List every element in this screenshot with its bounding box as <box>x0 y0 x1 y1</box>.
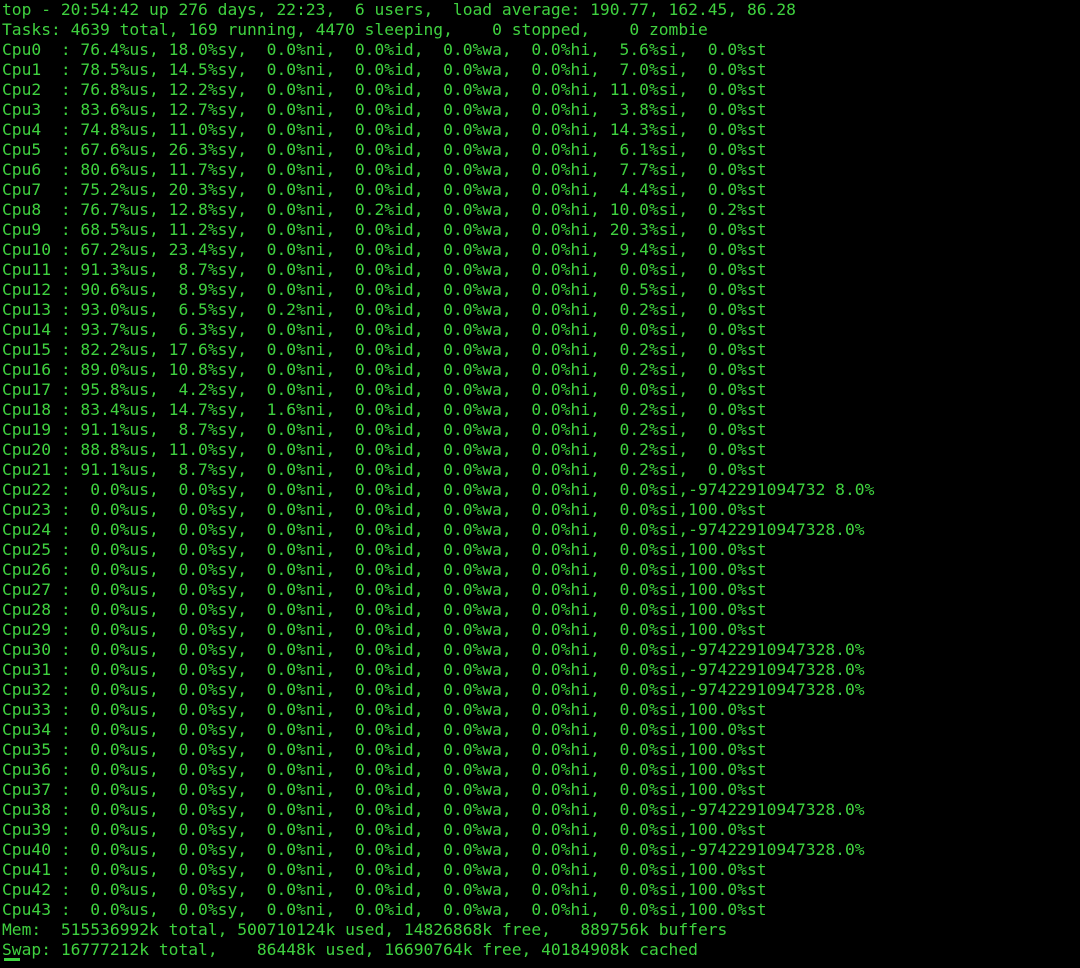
cpu-row: Cpu14 : 93.7%us, 6.3%sy, 0.0%ni, 0.0%id,… <box>2 320 767 339</box>
uptime-line: top - 20:54:42 up 276 days, 22:23, 6 use… <box>2 0 796 19</box>
cpu-row: Cpu29 : 0.0%us, 0.0%sy, 0.0%ni, 0.0%id, … <box>2 620 767 639</box>
tasks-line: Tasks: 4639 total, 169 running, 4470 sle… <box>2 20 708 39</box>
cpu-row: Cpu31 : 0.0%us, 0.0%sy, 0.0%ni, 0.0%id, … <box>2 660 865 679</box>
cpu-row: Cpu5 : 67.6%us, 26.3%sy, 0.0%ni, 0.0%id,… <box>2 140 767 159</box>
cpu-row: Cpu17 : 95.8%us, 4.2%sy, 0.0%ni, 0.0%id,… <box>2 380 767 399</box>
cpu-list: Cpu0 : 76.4%us, 18.0%sy, 0.0%ni, 0.0%id,… <box>0 40 1080 920</box>
cpu-row: Cpu43 : 0.0%us, 0.0%sy, 0.0%ni, 0.0%id, … <box>2 900 767 919</box>
cpu-row: Cpu0 : 76.4%us, 18.0%sy, 0.0%ni, 0.0%id,… <box>2 40 767 59</box>
cpu-row: Cpu37 : 0.0%us, 0.0%sy, 0.0%ni, 0.0%id, … <box>2 780 767 799</box>
cpu-row: Cpu19 : 91.1%us, 8.7%sy, 0.0%ni, 0.0%id,… <box>2 420 767 439</box>
cpu-row: Cpu23 : 0.0%us, 0.0%sy, 0.0%ni, 0.0%id, … <box>2 500 767 519</box>
terminal-window[interactable]: top - 20:54:42 up 276 days, 22:23, 6 use… <box>0 0 1080 968</box>
cpu-row: Cpu26 : 0.0%us, 0.0%sy, 0.0%ni, 0.0%id, … <box>2 560 767 579</box>
cpu-row: Cpu4 : 74.8%us, 11.0%sy, 0.0%ni, 0.0%id,… <box>2 120 767 139</box>
cpu-row: Cpu10 : 67.2%us, 23.4%sy, 0.0%ni, 0.0%id… <box>2 240 767 259</box>
cpu-row: Cpu24 : 0.0%us, 0.0%sy, 0.0%ni, 0.0%id, … <box>2 520 865 539</box>
cpu-row: Cpu35 : 0.0%us, 0.0%sy, 0.0%ni, 0.0%id, … <box>2 740 767 759</box>
cpu-row: Cpu40 : 0.0%us, 0.0%sy, 0.0%ni, 0.0%id, … <box>2 840 865 859</box>
cpu-row: Cpu41 : 0.0%us, 0.0%sy, 0.0%ni, 0.0%id, … <box>2 860 767 879</box>
cpu-row: Cpu42 : 0.0%us, 0.0%sy, 0.0%ni, 0.0%id, … <box>2 880 767 899</box>
cpu-row: Cpu39 : 0.0%us, 0.0%sy, 0.0%ni, 0.0%id, … <box>2 820 767 839</box>
mem-line: Mem: 515536992k total, 500710124k used, … <box>2 920 728 939</box>
cpu-row: Cpu12 : 90.6%us, 8.9%sy, 0.0%ni, 0.0%id,… <box>2 280 767 299</box>
cpu-row: Cpu38 : 0.0%us, 0.0%sy, 0.0%ni, 0.0%id, … <box>2 800 865 819</box>
cpu-row: Cpu15 : 82.2%us, 17.6%sy, 0.0%ni, 0.0%id… <box>2 340 767 359</box>
swap-line: Swap: 16777212k total, 86448k used, 1669… <box>2 940 698 959</box>
cpu-row: Cpu18 : 83.4%us, 14.7%sy, 1.6%ni, 0.0%id… <box>2 400 767 419</box>
cpu-row: Cpu6 : 80.6%us, 11.7%sy, 0.0%ni, 0.0%id,… <box>2 160 767 179</box>
cpu-row: Cpu36 : 0.0%us, 0.0%sy, 0.0%ni, 0.0%id, … <box>2 760 767 779</box>
cpu-row: Cpu34 : 0.0%us, 0.0%sy, 0.0%ni, 0.0%id, … <box>2 720 767 739</box>
cpu-row: Cpu33 : 0.0%us, 0.0%sy, 0.0%ni, 0.0%id, … <box>2 700 767 719</box>
terminal-cursor <box>4 958 20 961</box>
cpu-row: Cpu3 : 83.6%us, 12.7%sy, 0.0%ni, 0.0%id,… <box>2 100 767 119</box>
cpu-row: Cpu11 : 91.3%us, 8.7%sy, 0.0%ni, 0.0%id,… <box>2 260 767 279</box>
cpu-row: Cpu21 : 91.1%us, 8.7%sy, 0.0%ni, 0.0%id,… <box>2 460 767 479</box>
cpu-row: Cpu13 : 93.0%us, 6.5%sy, 0.2%ni, 0.0%id,… <box>2 300 767 319</box>
cpu-row: Cpu20 : 88.8%us, 11.0%sy, 0.0%ni, 0.0%id… <box>2 440 767 459</box>
cpu-row: Cpu9 : 68.5%us, 11.2%sy, 0.0%ni, 0.0%id,… <box>2 220 767 239</box>
cpu-row: Cpu2 : 76.8%us, 12.2%sy, 0.0%ni, 0.0%id,… <box>2 80 767 99</box>
cpu-row: Cpu7 : 75.2%us, 20.3%sy, 0.0%ni, 0.0%id,… <box>2 180 767 199</box>
cpu-row: Cpu28 : 0.0%us, 0.0%sy, 0.0%ni, 0.0%id, … <box>2 600 767 619</box>
cpu-row: Cpu32 : 0.0%us, 0.0%sy, 0.0%ni, 0.0%id, … <box>2 680 865 699</box>
cpu-row: Cpu16 : 89.0%us, 10.8%sy, 0.0%ni, 0.0%id… <box>2 360 767 379</box>
cpu-row: Cpu22 : 0.0%us, 0.0%sy, 0.0%ni, 0.0%id, … <box>2 480 875 499</box>
cpu-row: Cpu1 : 78.5%us, 14.5%sy, 0.0%ni, 0.0%id,… <box>2 60 767 79</box>
cpu-row: Cpu30 : 0.0%us, 0.0%sy, 0.0%ni, 0.0%id, … <box>2 640 865 659</box>
cpu-row: Cpu25 : 0.0%us, 0.0%sy, 0.0%ni, 0.0%id, … <box>2 540 767 559</box>
cpu-row: Cpu27 : 0.0%us, 0.0%sy, 0.0%ni, 0.0%id, … <box>2 580 767 599</box>
cpu-row: Cpu8 : 76.7%us, 12.8%sy, 0.0%ni, 0.2%id,… <box>2 200 767 219</box>
